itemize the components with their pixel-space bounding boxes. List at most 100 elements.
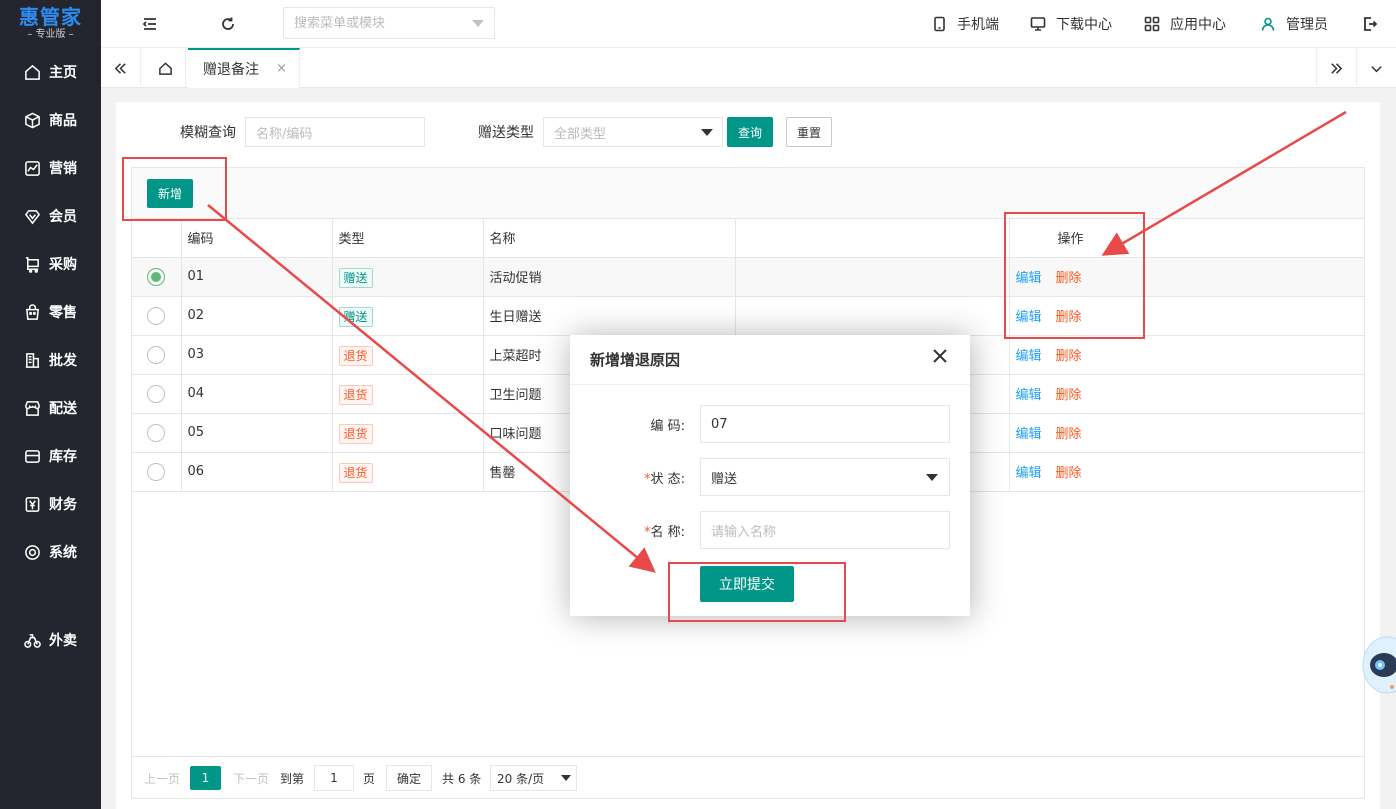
app-center-link[interactable]: 应用中心 — [1144, 0, 1226, 48]
chevron-down-icon — [561, 775, 571, 781]
edit-link[interactable]: 编辑 — [1016, 310, 1042, 325]
tab-gift-return-notes[interactable]: 赠退备注 × — [188, 48, 300, 88]
add-button[interactable]: 新增 — [147, 179, 193, 208]
sidebar-item-wholesale[interactable]: 批发 — [0, 336, 101, 384]
status-select[interactable]: 赠送 — [700, 458, 950, 496]
home-tab-icon[interactable] — [146, 48, 186, 88]
type-cell: 退货 — [332, 374, 484, 414]
logout-icon[interactable] — [1358, 12, 1382, 36]
download-center-label: 下载中心 — [1056, 17, 1112, 33]
row-radio[interactable] — [147, 384, 165, 403]
sidebar-item-label: 系统 — [49, 545, 77, 561]
query-button[interactable]: 查询 — [727, 117, 773, 147]
sidebar-item-takeout[interactable]: 外卖 — [0, 616, 101, 664]
sidebar-item-label: 配送 — [49, 401, 77, 417]
sidebar-item-label: 财务 — [49, 497, 77, 513]
delete-link[interactable]: 删除 — [1056, 466, 1082, 481]
sidebar-item-home[interactable]: 主页 — [0, 48, 101, 96]
next-page-button[interactable]: 下一页 — [233, 766, 269, 790]
assistant-robot-icon[interactable] — [1362, 625, 1396, 695]
edit-link[interactable]: 编辑 — [1016, 271, 1042, 286]
status-label-text: 状 态: — [650, 472, 685, 487]
code-cell: 03 — [181, 335, 333, 375]
chart-icon — [23, 159, 41, 177]
name-field-label: *名 称: — [575, 521, 685, 540]
phone-icon — [934, 16, 945, 32]
type-cell: 退货 — [332, 413, 484, 453]
sidebar-item-inventory[interactable]: 库存 — [0, 432, 101, 480]
yen-icon — [23, 495, 41, 513]
mobile-link[interactable]: 手机端 — [931, 0, 999, 48]
name-cell: 活动促销 — [483, 257, 736, 297]
name-field[interactable]: 请输入名称 — [700, 511, 950, 549]
type-tag: 退货 — [338, 462, 373, 483]
code-field[interactable]: 07 — [700, 405, 950, 443]
sidebar-item-system[interactable]: 系统 — [0, 528, 101, 576]
edit-link[interactable]: 编辑 — [1016, 388, 1042, 403]
sidebar-item-finance[interactable]: 财务 — [0, 480, 101, 528]
sidebar-item-members[interactable]: 会员 — [0, 192, 101, 240]
operations-cell: 编辑 删除 — [1009, 413, 1364, 453]
status-value: 赠送 — [711, 471, 738, 487]
top-header: 手机端 下载中心 应用中心 管理员 — [101, 0, 1396, 48]
gift-type-select[interactable]: 全部类型 — [543, 117, 723, 147]
table-row[interactable]: 02 赠送 生日赠送 编辑 删除 — [132, 296, 1364, 336]
row-radio[interactable] — [147, 306, 165, 325]
collapse-menu-icon[interactable] — [138, 12, 162, 36]
row-radio[interactable] — [147, 423, 165, 442]
sidebar-item-retail[interactable]: 零售 — [0, 288, 101, 336]
name-cell: 生日赠送 — [483, 296, 736, 336]
code-label-text: 编 码: — [650, 419, 685, 434]
type-cell: 退货 — [332, 335, 484, 375]
row-radio[interactable] — [147, 267, 165, 286]
sidebar-item-purchase[interactable]: 采购 — [0, 240, 101, 288]
close-icon[interactable] — [933, 349, 953, 369]
fuzzy-query-input[interactable]: 名称/编码 — [245, 117, 425, 147]
type-tag: 赠送 — [338, 267, 373, 288]
edit-link[interactable]: 编辑 — [1016, 466, 1042, 481]
delete-link[interactable]: 删除 — [1056, 271, 1082, 286]
dialog-title: 新增增退原因 — [570, 335, 970, 385]
menu-search-select[interactable] — [283, 7, 495, 39]
tab-menu-chevron-down-icon[interactable] — [1356, 48, 1396, 88]
scroll-tabs-left-icon[interactable] — [101, 48, 141, 88]
settings-icon — [23, 543, 41, 561]
table-header-row: 编码 类型 名称 操作 — [132, 219, 1364, 258]
goto-confirm-button[interactable]: 确定 — [386, 765, 432, 791]
table-toolbar: 新增 — [132, 168, 1364, 219]
delete-link[interactable]: 删除 — [1056, 388, 1082, 403]
user-name: 管理员 — [1286, 17, 1328, 33]
row-radio[interactable] — [147, 345, 165, 364]
type-cell: 退货 — [332, 452, 484, 492]
scroll-tabs-right-icon[interactable] — [1316, 48, 1356, 88]
sidebar-item-goods[interactable]: 商品 — [0, 96, 101, 144]
prev-page-button[interactable]: 上一页 — [144, 766, 180, 790]
reset-button[interactable]: 重置 — [786, 117, 832, 147]
submit-button[interactable]: 立即提交 — [700, 566, 794, 602]
delete-link[interactable]: 删除 — [1056, 349, 1082, 364]
user-menu[interactable]: 管理员 — [1260, 0, 1328, 48]
operations-cell: 编辑 删除 — [1009, 296, 1364, 336]
edit-link[interactable]: 编辑 — [1016, 349, 1042, 364]
sidebar-item-label: 会员 — [49, 209, 77, 225]
page-size-value: 20 条/页 — [497, 771, 545, 786]
goto-page-input[interactable]: 1 — [314, 765, 354, 791]
type-tag: 退货 — [338, 345, 373, 366]
sidebar-item-label: 营销 — [49, 161, 77, 177]
delete-link[interactable]: 删除 — [1056, 427, 1082, 442]
menu-search-input[interactable] — [284, 8, 494, 38]
sidebar-item-label: 零售 — [49, 305, 77, 321]
current-page-button[interactable]: 1 — [190, 766, 221, 790]
refresh-icon[interactable] — [216, 12, 240, 36]
sidebar-item-delivery[interactable]: 配送 — [0, 384, 101, 432]
row-radio[interactable] — [147, 462, 165, 481]
app-center-label: 应用中心 — [1170, 17, 1226, 33]
page-size-select[interactable]: 20 条/页 — [490, 765, 577, 791]
close-tab-icon[interactable]: × — [276, 61, 287, 76]
type-cell: 赠送 — [332, 296, 484, 336]
table-row[interactable]: 01 赠送 活动促销 编辑 删除 — [132, 257, 1364, 297]
delete-link[interactable]: 删除 — [1056, 310, 1082, 325]
download-center-link[interactable]: 下载中心 — [1030, 0, 1112, 48]
edit-link[interactable]: 编辑 — [1016, 427, 1042, 442]
sidebar-item-marketing[interactable]: 营销 — [0, 144, 101, 192]
